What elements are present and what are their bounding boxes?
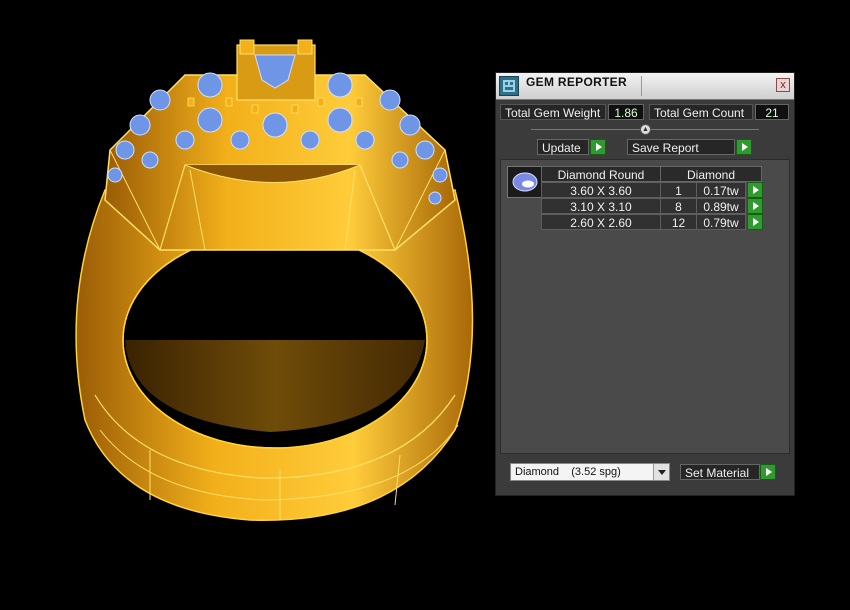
update-button[interactable]: Update <box>537 139 589 155</box>
total-gem-weight-value: 1.86 <box>608 104 644 120</box>
gem-report-area: Diamond Round Diamond 3.60 X 3.60 1 0.17… <box>500 159 790 454</box>
row-1-count: 1 <box>660 182 697 198</box>
chevron-down-icon[interactable] <box>653 464 669 480</box>
close-button[interactable]: x <box>776 78 790 92</box>
material-select[interactable]: Diamond (3.52 spg) <box>510 463 670 481</box>
row-3-weight: 0.79tw <box>696 214 746 230</box>
row-2-go-icon[interactable] <box>747 198 763 214</box>
row-2-size: 3.10 X 3.10 <box>541 198 661 214</box>
row-1-go-icon[interactable] <box>747 182 763 198</box>
total-gem-count-value: 21 <box>755 104 789 120</box>
row-1-size: 3.60 X 3.60 <box>541 182 661 198</box>
gem-thumbnail-icon[interactable] <box>507 166 543 198</box>
row-3-count: 12 <box>660 214 697 230</box>
gem-reporter-icon <box>499 76 519 96</box>
set-material-go-icon[interactable] <box>760 464 776 480</box>
title-divider <box>641 76 642 96</box>
row-2-count: 8 <box>660 198 697 214</box>
row-2-weight: 0.89tw <box>696 198 746 214</box>
header-diamond-round: Diamond Round <box>541 166 661 182</box>
row-1-weight: 0.17tw <box>696 182 746 198</box>
panel-splitter-handle[interactable]: ▲ <box>640 124 651 135</box>
row-3-go-icon[interactable] <box>747 214 763 230</box>
total-gem-count-label: Total Gem Count <box>649 104 753 120</box>
header-diamond: Diamond <box>660 166 762 182</box>
save-report-go-icon[interactable] <box>736 139 752 155</box>
gem-reporter-panel: GEM REPORTER x Total Gem Weight 1.86 Tot… <box>495 72 795 496</box>
update-go-icon[interactable] <box>590 139 606 155</box>
set-material-button[interactable]: Set Material <box>680 464 760 480</box>
total-gem-weight-label: Total Gem Weight <box>500 104 606 120</box>
row-3-size: 2.60 X 2.60 <box>541 214 661 230</box>
window-title: GEM REPORTER <box>526 75 627 89</box>
save-report-button[interactable]: Save Report <box>627 139 735 155</box>
material-select-value: Diamond (3.52 spg) <box>515 466 621 478</box>
title-bar[interactable]: GEM REPORTER x <box>496 73 794 100</box>
